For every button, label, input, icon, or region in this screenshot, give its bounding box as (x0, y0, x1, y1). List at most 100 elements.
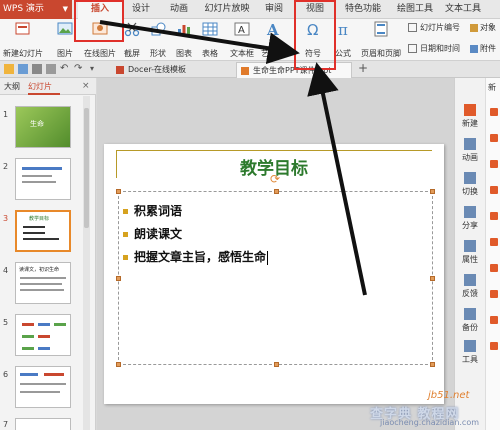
app-menu-button[interactable]: WPS 演示 ▼ (0, 0, 72, 19)
save-icon[interactable] (18, 64, 28, 74)
preview-icon[interactable] (46, 64, 56, 74)
slide-thumbnail[interactable]: 读课文，初识生命 (15, 262, 71, 304)
slide-navigation-pane: 大纲 幻灯片 × 1 生命 2 3 教学目标 4 读课文，初识生命 5 6 7 (0, 78, 96, 430)
pane-tabs: 大纲 幻灯片 × (0, 78, 96, 95)
datetime-button[interactable]: 日期和时间 (408, 43, 464, 57)
attachment-label: 附件 (480, 44, 496, 53)
resize-handle[interactable] (430, 276, 435, 281)
more-icon[interactable]: ▾ (90, 64, 94, 73)
shape-icon (151, 22, 166, 36)
pane-item-icon[interactable] (490, 212, 498, 220)
task-pane-label: 新 (488, 83, 496, 92)
slide[interactable]: 教学目标 积累词语 朗读课文 把握文章主旨，感悟生命 ⟳ (104, 144, 444, 404)
thumbnail-line (23, 226, 45, 228)
tab-slides[interactable]: 幻灯片 (28, 78, 60, 95)
sidebar-item-tools[interactable]: 工具 (455, 340, 485, 365)
tab-drawing-tools[interactable]: 绘图工具 (392, 0, 438, 19)
print-icon[interactable] (32, 64, 42, 74)
tab-special[interactable]: 特色功能 (338, 0, 388, 19)
task-pane-strip: 新 (485, 78, 500, 430)
slide-number: 4 (3, 266, 9, 275)
resize-handle[interactable] (430, 362, 435, 367)
doc-tab-docer[interactable]: Docer-在线模板 (112, 62, 226, 78)
pane-item-icon[interactable] (490, 264, 498, 272)
slide-thumbnail[interactable] (15, 158, 71, 200)
pane-item-icon[interactable] (490, 290, 498, 298)
resize-handle[interactable] (116, 189, 121, 194)
undo-icon[interactable]: ↶ (60, 63, 68, 74)
picture-icon (57, 22, 73, 35)
thumbnail-title: 生命 (30, 120, 44, 128)
sidebar-item-properties[interactable]: 属性 (455, 240, 485, 265)
thumbnail-line (20, 373, 38, 376)
add-tab-icon[interactable]: + (358, 61, 368, 75)
sidebar-item-transition[interactable]: 切换 (455, 172, 485, 197)
resize-handle[interactable] (430, 189, 435, 194)
slide-number: 3 (3, 214, 9, 223)
tab-slideshow[interactable]: 幻灯片放映 (198, 0, 256, 19)
sidebar-item-label: 备份 (462, 323, 478, 332)
sidebar-item-share[interactable]: 分享 (455, 206, 485, 231)
textbox-button[interactable]: A 文本框 (228, 21, 256, 59)
header-footer-icon (374, 21, 388, 37)
resize-handle[interactable] (274, 362, 279, 367)
redo-icon[interactable]: ↷ (74, 63, 82, 74)
slide-thumbnail-selected[interactable]: 教学目标 (15, 210, 71, 252)
wordart-button[interactable]: A 艺术字 (258, 21, 288, 59)
sidebar-item-backup[interactable]: 备份 (455, 308, 485, 333)
text-cursor (267, 250, 269, 265)
thumbnail-line (22, 175, 52, 177)
thumbnail-title: 教学目标 (29, 216, 50, 222)
pane-item-icon[interactable] (490, 238, 498, 246)
tab-review[interactable]: 审阅 (258, 0, 290, 19)
close-icon[interactable]: × (82, 81, 90, 91)
pane-item-icon[interactable] (490, 186, 498, 194)
scrollbar-thumb[interactable] (84, 108, 89, 228)
sidebar-item-animation[interactable]: 动画 (455, 138, 485, 163)
thumbnail-scrollbar[interactable] (83, 96, 90, 430)
resize-handle[interactable] (116, 276, 121, 281)
tab-outline[interactable]: 大纲 (4, 78, 24, 95)
tab-design[interactable]: 设计 (124, 0, 158, 19)
tab-animation[interactable]: 动画 (162, 0, 196, 19)
wordart-icon: A (266, 21, 279, 37)
chart-button[interactable]: 图表 (172, 21, 196, 59)
bullet-item[interactable]: 把握文章主旨，感悟生命 (123, 248, 269, 265)
bullet-marker-icon (123, 255, 128, 260)
sidebar-item-new[interactable]: 新建 (455, 104, 485, 129)
pane-item-icon[interactable] (490, 108, 498, 116)
slide-thumbnail[interactable] (15, 418, 71, 430)
slide-thumbnail[interactable] (15, 366, 71, 408)
sidebar-item-feedback[interactable]: 反馈 (455, 274, 485, 299)
slide-thumbnail[interactable]: 生命 (15, 106, 71, 148)
chart-icon (178, 25, 190, 35)
tab-text-tools[interactable]: 文本工具 (440, 0, 486, 19)
attachment-button[interactable]: 附件 (470, 43, 500, 57)
folder-icon[interactable] (4, 64, 14, 74)
pane-item-icon[interactable] (490, 134, 498, 142)
tools-icon (464, 340, 476, 352)
table-button[interactable]: 表格 (198, 21, 222, 59)
object-button[interactable]: 对象 (470, 22, 500, 36)
shape-button[interactable]: 形状 (146, 21, 170, 59)
pane-item-icon[interactable] (490, 342, 498, 350)
resize-handle[interactable] (274, 189, 279, 194)
bullet-item[interactable]: 朗读课文 (123, 225, 182, 242)
thumbnail-line (20, 391, 60, 393)
scissors-icon (124, 22, 140, 37)
thumbnail-line (38, 347, 50, 350)
pane-item-icon[interactable] (490, 160, 498, 168)
thumbnail-line (22, 181, 56, 183)
bullet-item[interactable]: 积累词语 (123, 202, 182, 219)
pane-item-icon[interactable] (490, 316, 498, 324)
content-textbox[interactable]: 积累词语 朗读课文 把握文章主旨，感悟生命 ⟳ (116, 172, 435, 367)
slide-canvas: 教学目标 积累词语 朗读课文 把握文章主旨，感悟生命 ⟳ (97, 78, 454, 430)
slide-number: 2 (3, 162, 9, 171)
table-label: 表格 (202, 49, 218, 58)
thumbnail-line (20, 289, 64, 291)
slide-thumbnail[interactable] (15, 314, 71, 356)
header-footer-button[interactable]: 页眉和页脚 (360, 21, 402, 59)
rotate-handle-icon[interactable]: ⟳ (270, 172, 280, 186)
new-slide-button[interactable]: 新建幻灯片 (3, 21, 43, 59)
resize-handle[interactable] (116, 362, 121, 367)
